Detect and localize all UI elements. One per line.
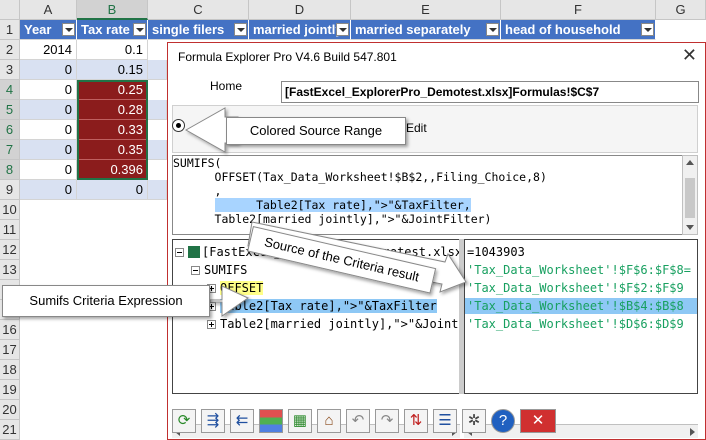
arrow-criteria-expression — [209, 285, 250, 317]
callout-arrows — [184, 107, 467, 317]
callout-criteria-expression: Sumifs Criteria Expression — [2, 285, 210, 317]
callout-colored-source: Colored Source Range — [226, 117, 406, 145]
callout-text: Sumifs Criteria Expression — [29, 293, 183, 308]
callout-text: Colored Source Range — [249, 123, 383, 138]
